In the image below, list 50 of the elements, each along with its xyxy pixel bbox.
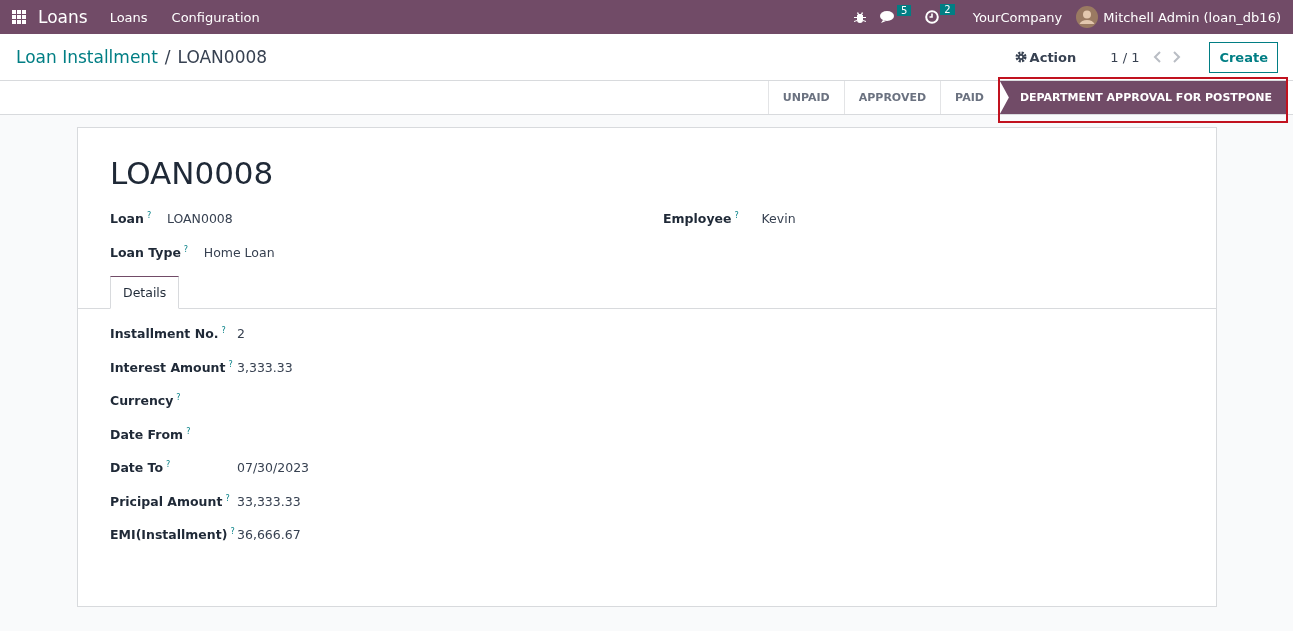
menu-item[interactable]: Loans bbox=[109, 9, 148, 25]
user-name[interactable]: Mitchell Admin (loan_db16) bbox=[1103, 9, 1281, 25]
settings-icon bbox=[1014, 51, 1027, 63]
breadcrumb-link[interactable]: Loan Installment bbox=[16, 47, 158, 67]
tab[interactable]: Details bbox=[110, 276, 180, 309]
help-mark[interactable]: ? bbox=[225, 493, 236, 509]
field-label: Interest Amount bbox=[110, 359, 226, 375]
action-button[interactable]: Action bbox=[1008, 48, 1083, 66]
field-label: Pricipal Amount bbox=[110, 493, 223, 509]
help-mark[interactable]: ? bbox=[183, 245, 194, 254]
field-value: 2 bbox=[237, 326, 245, 341]
field-label: Currency bbox=[110, 393, 174, 408]
chat-icon[interactable] bbox=[879, 10, 896, 24]
field-label: Loan bbox=[110, 211, 144, 226]
field-value: 07/30/2023 bbox=[237, 460, 310, 475]
field-value: 3,333.33 bbox=[237, 359, 293, 375]
field-label: Installment No. bbox=[110, 326, 219, 341]
app-name[interactable]: Loans bbox=[38, 7, 88, 27]
create-button[interactable]: Create bbox=[1209, 41, 1278, 73]
pager-value: 1 / 1 bbox=[1110, 49, 1140, 65]
bug-icon[interactable] bbox=[853, 10, 866, 24]
menu-item[interactable]: Configuration bbox=[171, 9, 260, 25]
help-mark[interactable]: ? bbox=[230, 527, 237, 542]
help-mark[interactable]: ? bbox=[186, 426, 197, 442]
status-stage[interactable]: DEPARTMENT APPROVAL FOR POSTPONE bbox=[999, 81, 1286, 114]
help-mark[interactable]: ? bbox=[221, 326, 232, 341]
record-title: LOAN0008 bbox=[110, 155, 275, 191]
field-value: LOAN0008 bbox=[166, 211, 234, 226]
help-mark[interactable]: ? bbox=[146, 211, 157, 220]
help-mark[interactable]: ? bbox=[176, 393, 187, 408]
company-name[interactable]: YourCompany bbox=[972, 9, 1063, 25]
field-value: Kevin bbox=[761, 211, 796, 226]
field-label: Date To bbox=[110, 460, 164, 475]
field-value: 33,333.33 bbox=[237, 493, 301, 509]
clock-icon[interactable] bbox=[925, 10, 940, 24]
breadcrumb-separator: / bbox=[164, 47, 171, 67]
breadcrumb-current: LOAN0008 bbox=[177, 47, 268, 67]
field-label: Date From bbox=[110, 426, 184, 442]
help-mark[interactable]: ? bbox=[166, 460, 177, 475]
avatar-icon[interactable] bbox=[1076, 6, 1099, 28]
field-label: EMI(Installment) bbox=[110, 527, 228, 542]
field-label: Employee bbox=[663, 211, 732, 226]
apps-icon[interactable] bbox=[12, 10, 26, 24]
field-value: Home Loan bbox=[203, 245, 276, 260]
help-mark[interactable]: ? bbox=[734, 211, 745, 220]
help-mark[interactable]: ? bbox=[228, 359, 237, 375]
field-value: 36,666.67 bbox=[237, 527, 301, 542]
message-count: 5 bbox=[896, 4, 912, 16]
activity-count: 2 bbox=[940, 4, 955, 15]
field-label: Loan Type bbox=[110, 245, 181, 260]
